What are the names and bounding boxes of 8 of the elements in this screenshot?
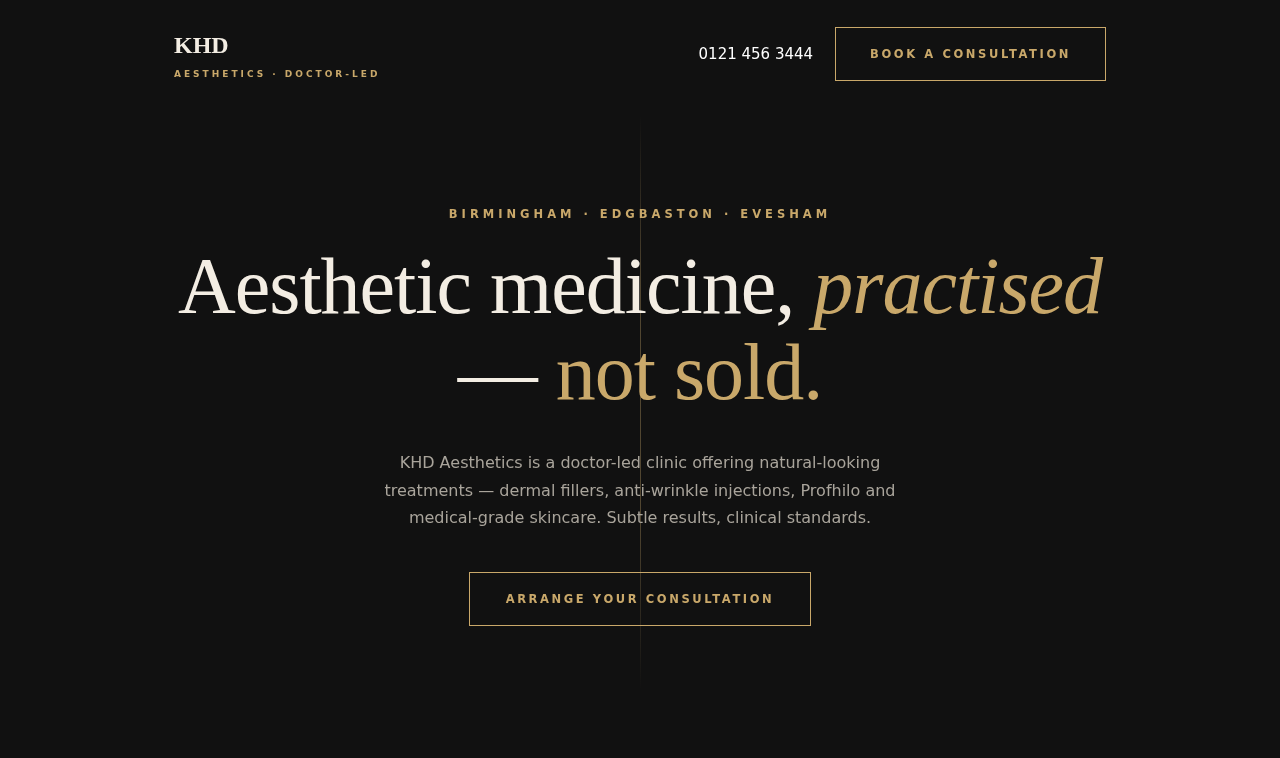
book-consultation-button[interactable]: BOOK A CONSULTATION (835, 27, 1106, 81)
arrange-consultation-button[interactable]: ARRANGE YOUR CONSULTATION (468, 571, 812, 626)
logo[interactable]: KHD (174, 33, 381, 57)
intro-paragraph: KHD Aesthetics is a doctor-led clinic offering natural-looking treatments — dermal fillers, anti-wrinkle injections, Profhilo and medical-grade skincare. Subtle results, clinical standards. (383, 452, 897, 529)
locations-eyebrow: BIRMINGHAM · EDGBASTON · EVESHAM (448, 207, 832, 221)
phone-link[interactable]: 0121 456 3444 (698, 45, 814, 63)
tagline: AESTHETICS · DOCTOR-LED (174, 69, 381, 79)
hero-headline: Aesthetic medicine, practised — not sold. (177, 243, 1102, 415)
